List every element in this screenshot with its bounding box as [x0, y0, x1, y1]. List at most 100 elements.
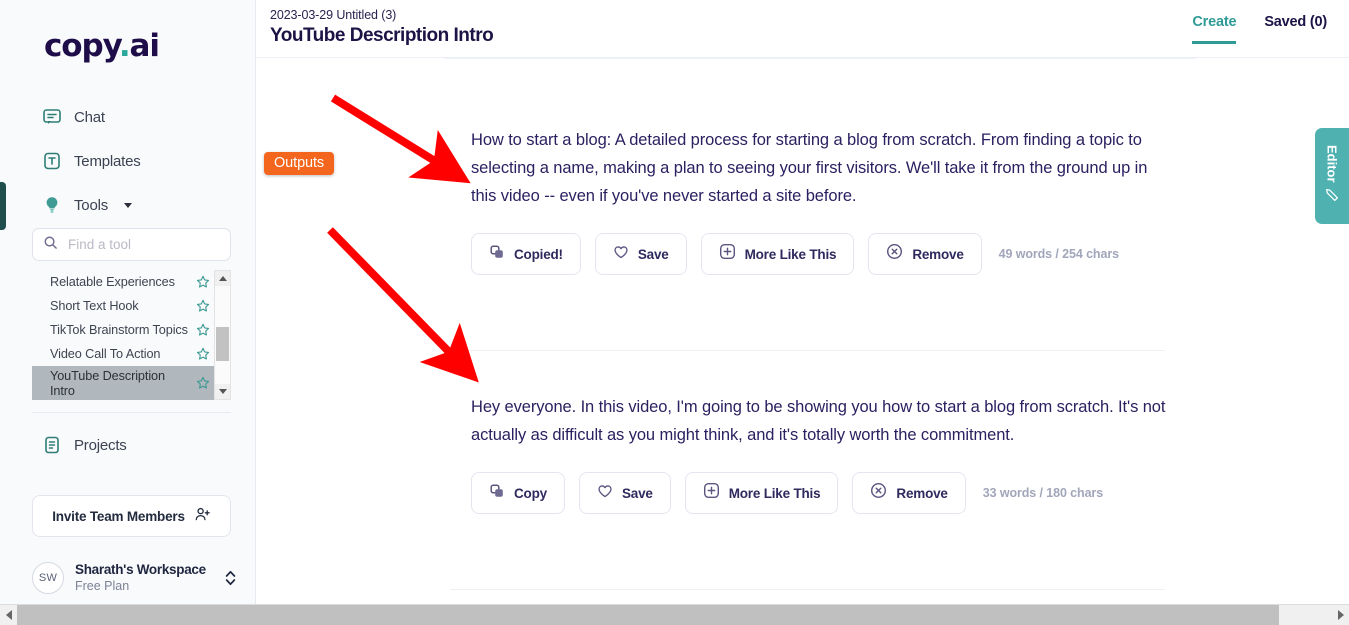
more-like-this-button[interactable]: More Like This	[700, 233, 855, 275]
workspace-switcher[interactable]: SW Sharath's Workspace Free Plan	[32, 562, 236, 594]
header-tabs: Create Saved (0)	[1192, 14, 1327, 44]
templates-icon	[42, 151, 62, 171]
document-meta: 2023-03-29 Untitled (3)	[270, 8, 397, 22]
tab-saved[interactable]: Saved (0)	[1264, 14, 1327, 44]
scroll-down-button[interactable]	[215, 384, 230, 399]
star-icon[interactable]	[196, 376, 210, 390]
app-root: copy.ai Chat Templates Tools Find a tool…	[0, 0, 1349, 625]
scroll-up-button[interactable]	[215, 271, 230, 286]
chat-icon	[42, 107, 62, 127]
output-text: Hey everyone. In this video, I'm going t…	[471, 398, 1166, 444]
outputs-panel: Outputs How to start a blog: A detailed …	[256, 58, 1349, 604]
sidebar-item-projects[interactable]: Projects	[42, 435, 127, 455]
workspace-plan: Free Plan	[75, 579, 130, 593]
save-button-label: Save	[621, 485, 653, 501]
top-divider	[444, 58, 1196, 59]
document-icon	[42, 435, 62, 455]
horizontal-scrollbar[interactable]	[0, 604, 1349, 625]
tool-name: YouTube Description Intro	[50, 369, 165, 398]
sidebar-item-templates[interactable]: Templates	[42, 151, 141, 171]
output-actions: Copy Save More Like This Remove 33 words…	[471, 472, 1171, 514]
sidebar-item-projects-label: Projects	[74, 436, 127, 454]
add-user-icon	[194, 506, 211, 526]
copy-button[interactable]: Copied!	[471, 233, 581, 275]
star-icon[interactable]	[196, 275, 210, 289]
invite-team-members-button[interactable]: Invite Team Members	[32, 495, 231, 537]
chevron-down-icon[interactable]	[124, 202, 133, 208]
tool-name: Video Call To Action	[50, 346, 161, 361]
plus-square-icon	[719, 243, 736, 265]
card-divider	[450, 589, 1165, 590]
triangle-left-icon	[5, 610, 12, 620]
chevron-updown-icon[interactable]	[225, 569, 236, 587]
logo-text: copy	[44, 28, 120, 64]
logo-suffix: ai	[129, 28, 160, 64]
sidebar-item-chat[interactable]: Chat	[42, 107, 105, 127]
output-actions: Copied! Save More Like This Remove 49 wo…	[471, 233, 1171, 275]
left-edge-panel-handle[interactable]	[0, 182, 6, 230]
page-title: YouTube Description Intro	[270, 25, 494, 46]
plus-square-icon	[703, 482, 720, 504]
invite-label: Invite Team Members	[52, 508, 185, 524]
more-like-this-label: More Like This	[728, 485, 821, 501]
star-icon[interactable]	[196, 299, 210, 313]
more-like-this-button[interactable]: More Like This	[684, 472, 839, 514]
save-button[interactable]: Save	[594, 233, 687, 275]
sidebar-item-tools[interactable]: Tools	[42, 195, 133, 215]
tool-name: Relatable Experiences	[50, 274, 175, 289]
triangle-down-icon	[218, 389, 227, 394]
scroll-left-button[interactable]	[0, 605, 17, 625]
tool-search-box[interactable]	[32, 228, 231, 261]
heart-icon	[613, 244, 629, 265]
bulb-icon	[42, 195, 62, 215]
workspace-info: Sharath's Workspace Free Plan	[75, 562, 206, 594]
sidebar-item-chat-label: Chat	[74, 108, 105, 126]
triangle-right-icon	[1337, 610, 1344, 620]
remove-button[interactable]: Remove	[852, 472, 966, 514]
copy-button[interactable]: Copy	[471, 472, 565, 514]
output-text: How to start a blog: A detailed process …	[471, 131, 1148, 205]
tool-list-item-selected[interactable]: YouTube Description Intro	[32, 366, 214, 400]
sidebar-item-tools-label: Tools	[74, 196, 109, 214]
search-icon	[43, 235, 58, 255]
editor-panel-toggle[interactable]: Editor	[1315, 128, 1349, 224]
pencil-icon	[1325, 188, 1339, 207]
card-divider	[450, 350, 1165, 351]
sidebar: copy.ai Chat Templates Tools Find a tool…	[0, 0, 256, 604]
logo-dot: .	[118, 28, 131, 64]
scroll-right-button[interactable]	[1332, 605, 1349, 625]
save-button[interactable]: Save	[578, 472, 671, 514]
tool-list-item[interactable]: Video Call To Action	[32, 342, 214, 366]
copy-icon	[489, 483, 505, 504]
remove-button[interactable]: Remove	[868, 233, 982, 275]
remove-button-label: Remove	[896, 485, 948, 501]
avatar: SW	[32, 562, 64, 594]
tool-list[interactable]: Relatable Experiences Short Text Hook Ti…	[32, 270, 214, 400]
workspace-name: Sharath's Workspace	[75, 562, 206, 577]
copy-button-label: Copied!	[514, 246, 563, 262]
tool-list-item[interactable]: Relatable Experiences	[32, 270, 214, 294]
tab-create[interactable]: Create	[1192, 14, 1237, 44]
tool-list-scrollbar[interactable]	[214, 270, 231, 400]
tool-search-input[interactable]	[66, 236, 216, 253]
scrollbar-thumb[interactable]	[17, 604, 1279, 625]
save-button-label: Save	[637, 246, 669, 262]
remove-button-label: Remove	[912, 246, 964, 262]
editor-tab-label: Editor	[1324, 144, 1340, 183]
tool-list-container: Relatable Experiences Short Text Hook Ti…	[32, 270, 231, 400]
triangle-up-icon	[218, 276, 227, 281]
header: 2023-03-29 Untitled (3) YouTube Descript…	[256, 0, 1349, 58]
outputs-annotation-badge: Outputs	[264, 152, 335, 175]
word-count: 49 words / 254 chars	[998, 247, 1119, 261]
tool-name: Short Text Hook	[50, 298, 139, 313]
close-circle-icon	[870, 482, 887, 504]
tool-list-item[interactable]: Short Text Hook	[32, 294, 214, 318]
tool-list-item[interactable]: TikTok Brainstorm Topics	[32, 318, 214, 342]
star-icon[interactable]	[196, 347, 210, 361]
copyai-logo[interactable]: copy.ai	[44, 28, 160, 64]
word-count: 33 words / 180 chars	[982, 486, 1104, 500]
copy-icon	[489, 244, 505, 265]
star-icon[interactable]	[196, 323, 210, 337]
scrollbar-track[interactable]	[17, 604, 1332, 625]
scrollbar-thumb[interactable]	[216, 327, 229, 361]
